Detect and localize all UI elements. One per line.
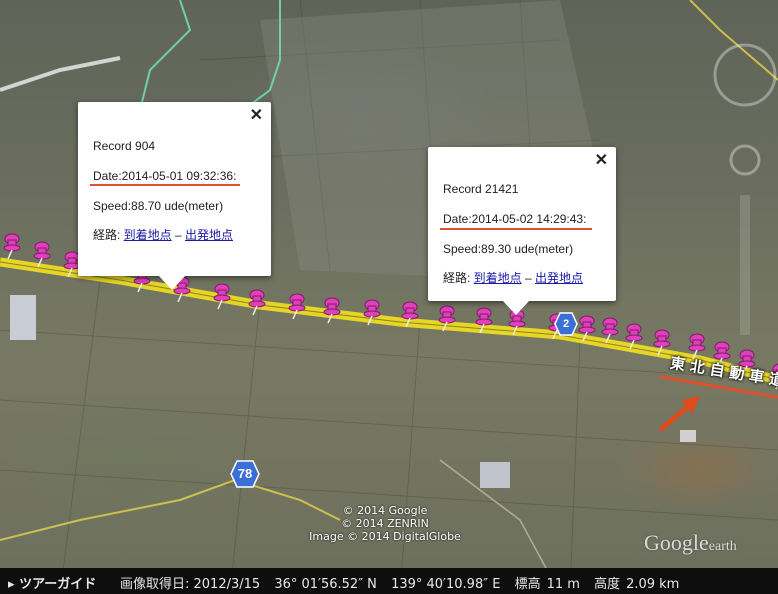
pushpin-icon[interactable] bbox=[575, 314, 597, 342]
balloon-tail bbox=[158, 275, 186, 290]
record-balloon-2: ✕ Record 21421 Date:2014-05-02 14:29:43:… bbox=[428, 147, 616, 315]
tour-guide-button[interactable]: ▸ ツアーガイド bbox=[8, 573, 96, 592]
date-underline bbox=[90, 184, 240, 186]
latitude: 36° 01′56.52″ N bbox=[274, 577, 377, 592]
elevation-value: 11 m bbox=[546, 577, 580, 592]
pushpin-icon[interactable] bbox=[622, 322, 644, 350]
depart-link[interactable]: 出発地点 bbox=[185, 228, 233, 242]
elevation-label: 標高 bbox=[514, 577, 541, 592]
record-route: 経路: 到着地点 – 出発地点 bbox=[93, 226, 233, 243]
route-separator: – bbox=[521, 271, 536, 285]
copyright-digitalglobe: Image © 2014 DigitalGlobe bbox=[309, 530, 461, 543]
copyright-zenrin: © 2014 ZENRIN bbox=[341, 517, 429, 530]
pushpin-icon[interactable] bbox=[30, 240, 52, 268]
pushpin-icon[interactable] bbox=[472, 306, 494, 334]
close-icon[interactable]: ✕ bbox=[595, 153, 608, 169]
record-date: Date:2014-05-02 14:29:43: bbox=[443, 212, 587, 226]
logo-sub: earth bbox=[708, 539, 737, 554]
pushpin-icon[interactable] bbox=[398, 300, 420, 328]
record-route: 経路: 到着地点 – 出発地点 bbox=[443, 269, 583, 286]
record-title: Record 904 bbox=[93, 139, 156, 153]
depart-link[interactable]: 出発地点 bbox=[535, 271, 583, 285]
logo-main: Google bbox=[644, 530, 709, 555]
balloon-tail bbox=[502, 300, 530, 315]
route-2-number: 2 bbox=[562, 318, 570, 330]
eye-altitude-label: 高度 bbox=[594, 577, 621, 592]
arrive-link[interactable]: 到着地点 bbox=[124, 228, 172, 242]
route-prefix: 経路: bbox=[443, 271, 474, 285]
route-2-shield: 2 bbox=[554, 312, 578, 336]
record-balloon-1: ✕ Record 904 Date:2014-05-01 09:32:36: S… bbox=[78, 102, 271, 290]
record-speed: Speed:88.70 ude(meter) bbox=[93, 199, 224, 213]
route-prefix: 経路: bbox=[93, 228, 124, 242]
pushpin-icon[interactable] bbox=[0, 232, 22, 260]
google-earth-logo: Googleearth bbox=[644, 530, 737, 556]
longitude: 139° 40′10.98″ E bbox=[391, 577, 501, 592]
record-speed: Speed:89.30 ude(meter) bbox=[443, 242, 574, 256]
route-78-number: 78 bbox=[237, 466, 253, 481]
close-icon[interactable]: ✕ bbox=[250, 108, 263, 124]
status-bar: ▸ ツアーガイド 画像取得日: 2012/3/15 36° 01′56.52″ … bbox=[0, 568, 778, 594]
pushpin-icon[interactable] bbox=[210, 282, 232, 310]
record-date: Date:2014-05-01 09:32:36: bbox=[93, 169, 237, 183]
record-title: Record 21421 bbox=[443, 182, 519, 196]
eye-altitude-value: 2.09 km bbox=[626, 577, 680, 592]
pushpin-icon[interactable] bbox=[360, 298, 382, 326]
pushpin-icon[interactable] bbox=[245, 288, 267, 316]
route-78-shield: 78 bbox=[230, 460, 260, 488]
pushpin-icon[interactable] bbox=[285, 292, 307, 320]
imagery-date: 画像取得日: 2012/3/15 bbox=[120, 577, 261, 592]
arrive-link[interactable]: 到着地点 bbox=[474, 271, 522, 285]
copyright-google: © 2014 Google bbox=[342, 504, 428, 517]
copyright-notice: © 2014 Google © 2014 ZENRIN Image © 2014… bbox=[300, 504, 470, 543]
pushpin-icon[interactable] bbox=[650, 328, 672, 356]
route-separator: – bbox=[171, 228, 186, 242]
pushpin-icon[interactable] bbox=[598, 316, 620, 344]
play-icon: ▸ bbox=[8, 577, 15, 592]
satellite-map[interactable]: 78 2 東北自動車道 © 2014 Google © 2014 ZENRIN … bbox=[0, 0, 778, 594]
status-info: 画像取得日: 2012/3/15 36° 01′56.52″ N 139° 40… bbox=[120, 573, 689, 592]
pushpin-icon[interactable] bbox=[435, 304, 457, 332]
tour-guide-label: ツアーガイド bbox=[19, 577, 97, 592]
pushpin-icon[interactable] bbox=[320, 296, 342, 324]
date-underline bbox=[440, 228, 592, 230]
